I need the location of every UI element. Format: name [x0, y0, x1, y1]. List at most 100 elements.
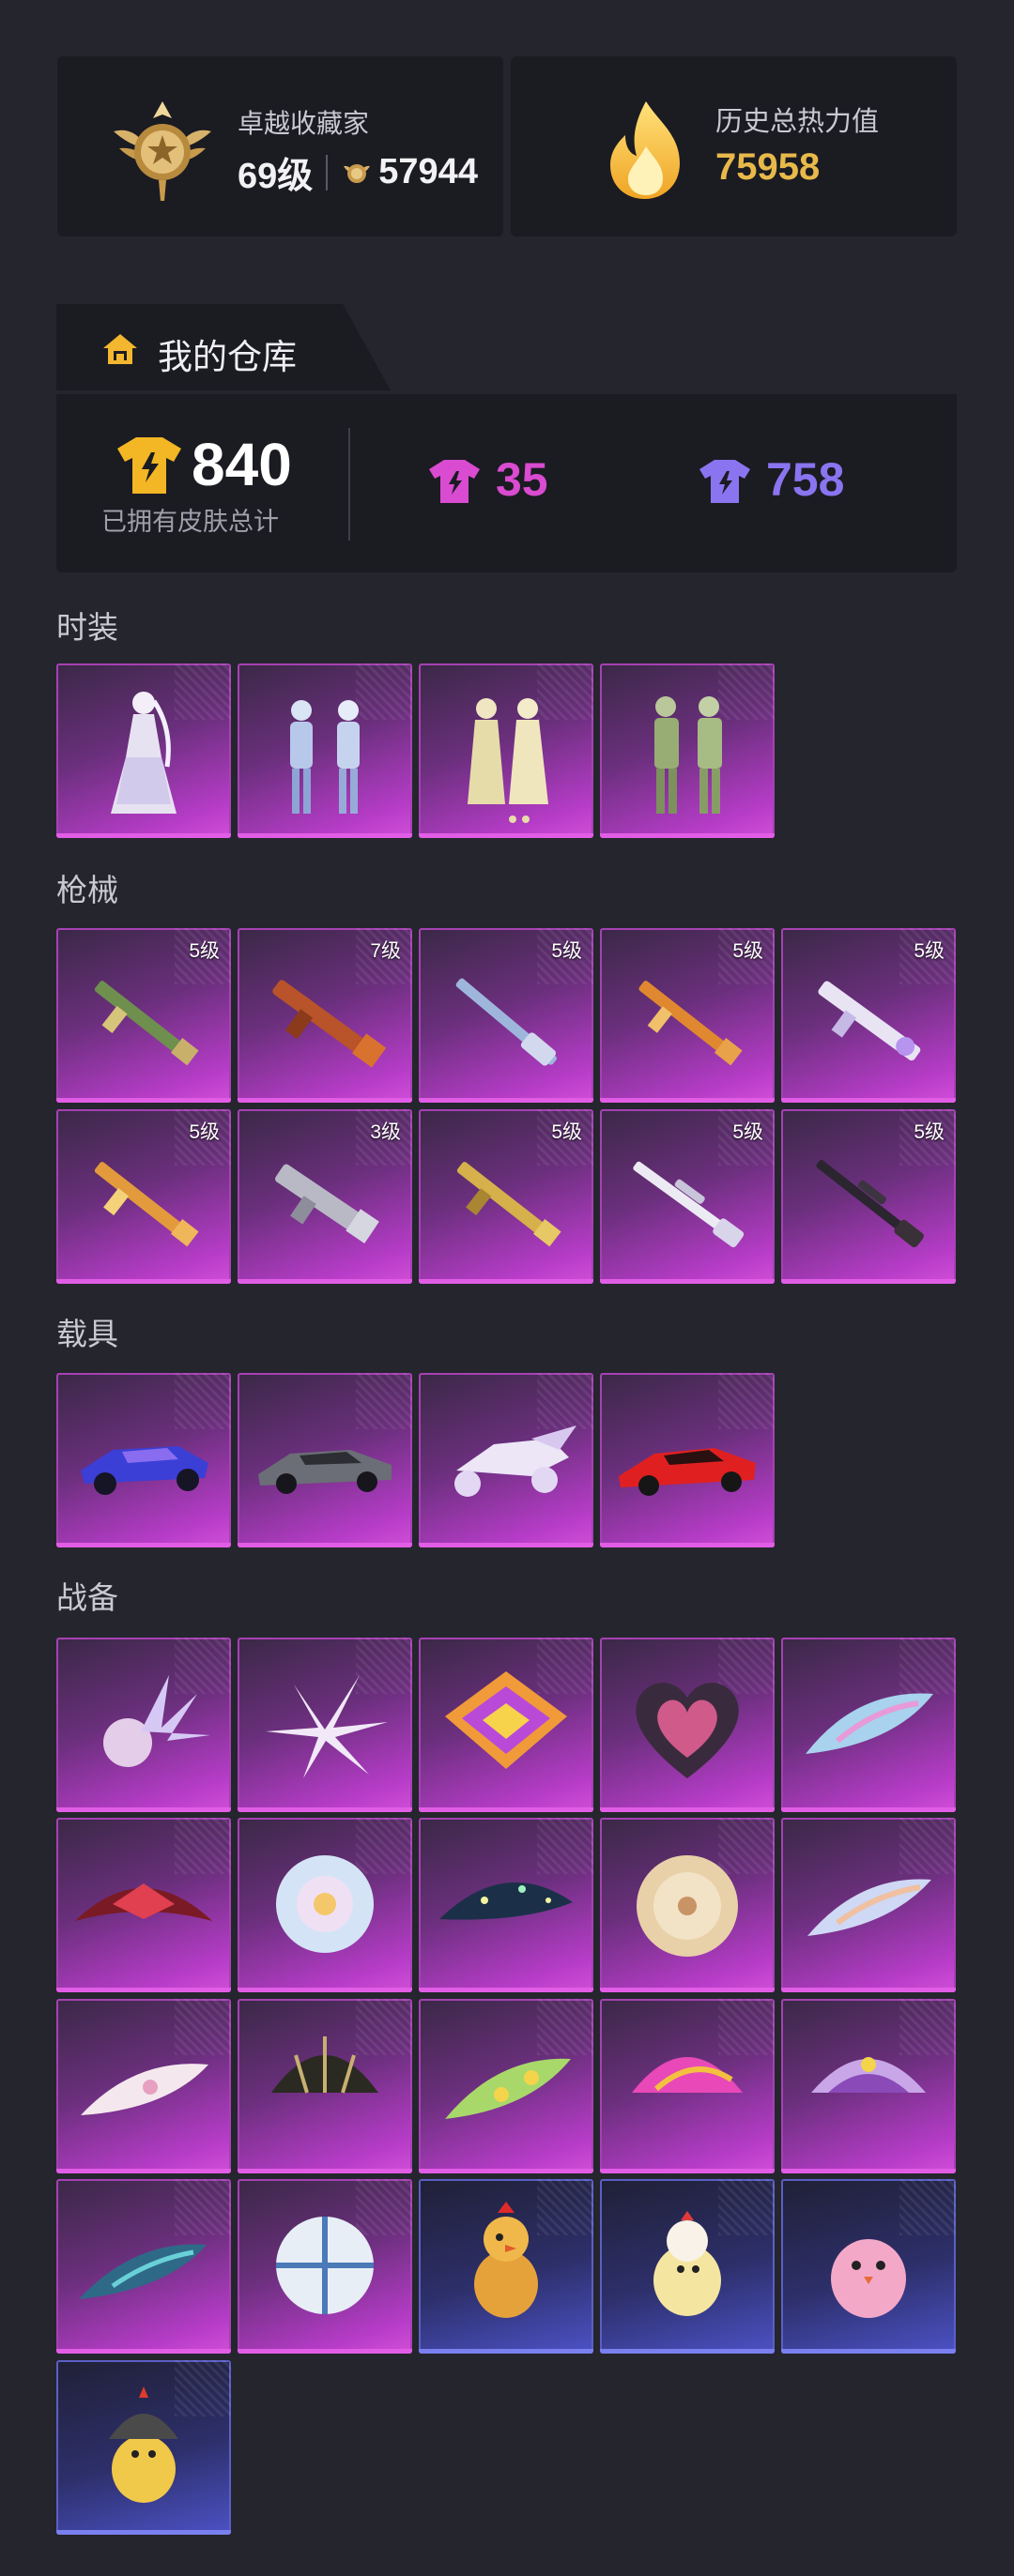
gun-tile-gold-rifle[interactable]: 5级: [419, 1109, 593, 1284]
gun-level-badge: 5级: [189, 1121, 220, 1143]
gear-tile-helmet-chick-pet[interactable]: [56, 2360, 231, 2535]
section-title-gear: 战备: [56, 1580, 118, 1615]
cream-robe-outfit-icon: [468, 698, 548, 823]
gun-level-badge: 5级: [189, 940, 220, 962]
gun-tile-silver-vector[interactable]: 3级: [238, 1109, 412, 1284]
heart-parachute-icon: [636, 1683, 739, 1778]
summary-divider: [348, 428, 350, 541]
legendary-shirt-icon: [429, 460, 480, 503]
chicken-pet-icon: [474, 2202, 538, 2318]
epic-shirt-icon: [699, 460, 750, 503]
gear-tile-teal-glider[interactable]: [56, 2179, 231, 2354]
gun-level-badge: 5级: [914, 940, 945, 962]
red-wing-glider-icon: [75, 1883, 212, 1921]
section-title-guns: 枪械: [56, 873, 118, 907]
vehicle-tile-white-motorbike[interactable]: [419, 1373, 593, 1547]
chick-pet-icon: [653, 2211, 721, 2316]
crystal-parachute-icon: [103, 1675, 210, 1767]
gun-tile-white-smg[interactable]: 5级: [781, 928, 956, 1103]
gear-tile-sakura-glider[interactable]: [56, 1999, 231, 2173]
gear-tile-green-glider[interactable]: [419, 1999, 593, 2173]
collector-level: 69级: [238, 157, 314, 196]
black-gold-parachute-icon: [271, 2036, 378, 2094]
legendary-count: 35: [496, 453, 548, 506]
gear-tile-night-sky-glider[interactable]: [419, 1818, 593, 1992]
section-title-vehicles: 载具: [56, 1317, 118, 1351]
gear-tile-chicken-pet[interactable]: [419, 2179, 593, 2354]
ice-armor-outfit-icon: [290, 700, 360, 814]
epic-count: 758: [766, 453, 845, 506]
flame-icon: [610, 101, 680, 199]
vehicle-tile-grey-sports-car[interactable]: [238, 1373, 412, 1547]
night-sky-glider-icon: [439, 1882, 573, 1920]
green-glider-icon: [445, 2058, 571, 2119]
section-title-outfits: 时装: [56, 610, 118, 645]
gear-tile-crystal-parachute[interactable]: [56, 1638, 231, 1812]
gun-tile-white-sniper[interactable]: 5级: [600, 1109, 775, 1284]
gun-tile-orange-rifle[interactable]: 7级: [238, 928, 412, 1103]
sakura-glider-icon: [81, 2064, 208, 2115]
gear-tile-red-wing-glider[interactable]: [56, 1818, 231, 1992]
total-skin-label: 已拥有皮肤总计: [101, 508, 279, 536]
gear-tile-pink-bird-pet[interactable]: [781, 2179, 956, 2354]
outfit-tile-white-dress[interactable]: [56, 663, 231, 838]
gear-tile-pastel-glider[interactable]: [781, 1818, 956, 1992]
gun-level-badge: 5级: [551, 1121, 582, 1143]
gun-tile-golden-ak[interactable]: 5级: [56, 1109, 231, 1284]
total-skin-count: 840: [192, 431, 292, 498]
tab-my-warehouse[interactable]: 我的仓库: [56, 304, 391, 390]
gun-level-badge: 5级: [914, 1121, 945, 1143]
gun-level-badge: 5级: [732, 940, 763, 962]
gun-tile-orange-ak[interactable]: 5级: [600, 928, 775, 1103]
pink-bird-pet-icon: [831, 2239, 906, 2318]
rainbow-kite-glider-icon: [445, 1671, 567, 1769]
gear-tile-black-gold-parachute[interactable]: [238, 1999, 412, 2173]
collector-stats: 69级 57944: [238, 146, 478, 198]
gear-tile-chick-pet[interactable]: [600, 2179, 775, 2354]
heat-panel[interactable]: 历史总热力值 75958: [511, 56, 957, 236]
outfit-tile-green-military[interactable]: [600, 663, 775, 838]
gun-tile-blue-shotgun[interactable]: 5级: [419, 928, 593, 1103]
green-military-outfit-icon: [654, 696, 722, 814]
gear-tile-heart-parachute[interactable]: [600, 1638, 775, 1812]
star-glider-icon: [266, 1675, 388, 1778]
vehicle-tile-blue-racer[interactable]: [56, 1373, 231, 1547]
heat-title: 历史总热力值: [715, 107, 880, 137]
gear-tile-blue-glider[interactable]: [781, 1638, 956, 1812]
stat-divider: [326, 154, 329, 191]
grey-sports-car-skin-icon: [258, 1450, 392, 1494]
home-icon: [103, 334, 137, 364]
blue-racer-skin-icon: [81, 1446, 208, 1495]
vehicle-tile-red-supercar[interactable]: [600, 1373, 775, 1547]
gun-tile-dark-sniper[interactable]: 5级: [781, 1109, 956, 1284]
white-motorbike-skin-icon: [454, 1425, 576, 1497]
pastel-glider-icon: [807, 1879, 931, 1936]
collector-medal-icon: [114, 101, 211, 201]
collector-panel[interactable]: 卓越收藏家 69级 57944: [57, 56, 503, 236]
blue-glider-icon: [806, 1693, 933, 1754]
gear-tile-white-blue-parachute[interactable]: [238, 2179, 412, 2354]
gear-tile-pink-parachute[interactable]: [600, 1999, 775, 2173]
helmet-chick-pet-icon: [109, 2386, 178, 2503]
gun-tile-ak-camo[interactable]: 5级: [56, 928, 231, 1103]
gear-tile-rainbow-kite-glider[interactable]: [419, 1638, 593, 1812]
gear-tile-star-glider[interactable]: [238, 1638, 412, 1812]
gun-level-badge: 3级: [370, 1121, 401, 1143]
cookie-parachute-icon: [637, 1855, 738, 1957]
gear-tile-purple-parachute[interactable]: [781, 1999, 956, 2173]
gun-level-badge: 7级: [370, 940, 401, 962]
gear-tile-flower-parachute[interactable]: [238, 1818, 412, 1992]
warehouse-summary: 840 已拥有皮肤总计 35 758: [56, 394, 957, 572]
collector-points-icon: [344, 163, 371, 183]
pink-parachute-icon: [632, 2057, 743, 2093]
heat-value: 75958: [715, 146, 821, 188]
collector-title: 卓越收藏家: [238, 109, 370, 138]
gun-level-badge: 5级: [551, 940, 582, 962]
teal-glider-icon: [79, 2244, 207, 2299]
outfit-tile-cream-robe[interactable]: [419, 663, 593, 838]
collector-points: 57944: [378, 152, 478, 191]
gear-tile-cookie-parachute[interactable]: [600, 1818, 775, 1992]
gold-shirt-icon: [117, 437, 181, 494]
white-dress-outfit-icon: [111, 692, 177, 814]
outfit-tile-ice-armor[interactable]: [238, 663, 412, 838]
